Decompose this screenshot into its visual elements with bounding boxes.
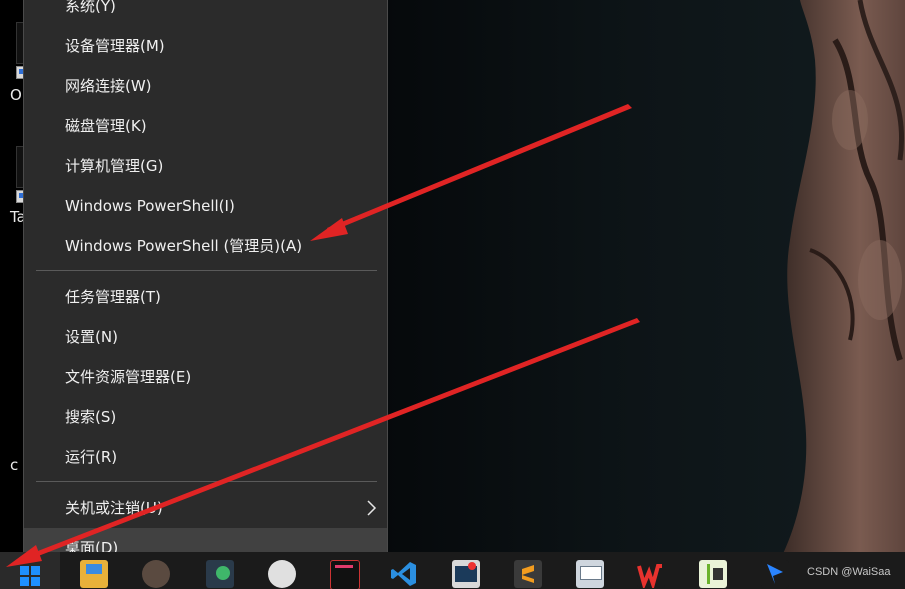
menu-item-powershell-admin[interactable]: Windows PowerShell (管理员)(A)	[24, 226, 387, 266]
menu-separator	[36, 481, 377, 482]
wps-office-icon[interactable]	[637, 560, 665, 588]
menu-item-system[interactable]: 系统(Y)	[24, 0, 387, 26]
vscode-icon[interactable]	[390, 560, 418, 588]
menu-item-powershell[interactable]: Windows PowerShell(I)	[24, 186, 387, 226]
monitor-app-icon[interactable]	[576, 560, 604, 588]
file-explorer-icon[interactable]	[80, 560, 108, 588]
menu-item-task-manager[interactable]: 任务管理器(T)	[24, 277, 387, 317]
desktop: O Ta c 系统(Y) 设备管理器(M) 网络连接(W) 磁盘管理(K) 计算…	[0, 0, 905, 589]
menu-item-network-connections[interactable]: 网络连接(W)	[24, 66, 387, 106]
winx-context-menu: 系统(Y) 设备管理器(M) 网络连接(W) 磁盘管理(K) 计算机管理(G) …	[23, 0, 388, 576]
menu-item-file-explorer[interactable]: 文件资源管理器(E)	[24, 357, 387, 397]
menu-separator	[36, 270, 377, 271]
menu-item-device-manager[interactable]: 设备管理器(M)	[24, 26, 387, 66]
chevron-right-icon	[367, 500, 377, 516]
sublime-text-icon[interactable]	[514, 560, 542, 588]
menu-item-search[interactable]: 搜索(S)	[24, 397, 387, 437]
desktop-icon-label: c	[10, 456, 19, 474]
start-button[interactable]	[0, 552, 60, 589]
desktop-icon-label: O	[10, 86, 22, 104]
menu-item-run[interactable]: 运行(R)	[24, 437, 387, 477]
cmd-terminal-icon[interactable]	[452, 560, 480, 588]
menu-item-shutdown-signout[interactable]: 关机或注销(U)	[24, 488, 387, 528]
game-character-icon[interactable]	[142, 560, 170, 588]
notepad-plus-plus-icon[interactable]	[699, 560, 727, 588]
jetbrains-icon[interactable]	[330, 560, 360, 589]
feishu-icon[interactable]	[761, 560, 789, 588]
menu-item-disk-management[interactable]: 磁盘管理(K)	[24, 106, 387, 146]
chat-icon[interactable]	[268, 560, 296, 588]
app-icon[interactable]	[206, 560, 234, 588]
watermark: CSDN @WaiSaa	[807, 566, 891, 578]
menu-item-computer-management[interactable]: 计算机管理(G)	[24, 146, 387, 186]
menu-item-settings[interactable]: 设置(N)	[24, 317, 387, 357]
menu-item-label: 关机或注销(U)	[65, 499, 163, 517]
taskbar	[0, 552, 905, 589]
wallpaper-figure	[780, 0, 905, 560]
start-windows-icon	[20, 566, 40, 586]
